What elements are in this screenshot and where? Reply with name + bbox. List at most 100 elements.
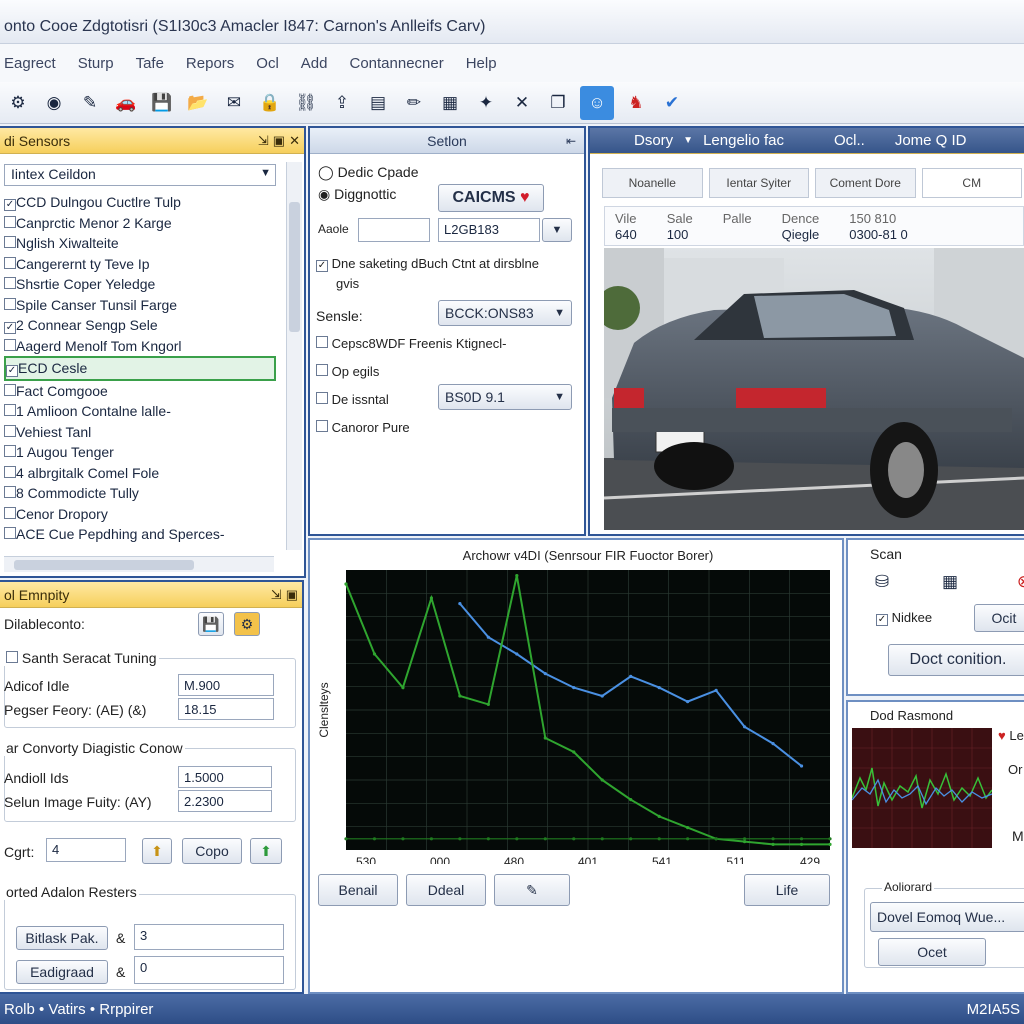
menu-item-6[interactable]: Contannecner bbox=[349, 55, 443, 72]
report-icon[interactable]: ▦ bbox=[436, 89, 464, 117]
combo3[interactable]: BS0D 9.1 ▼ bbox=[438, 384, 572, 410]
scan-main-button[interactable]: Doct conition. bbox=[888, 644, 1024, 676]
sensor-item[interactable]: ACE Cue Pepdhing and Sperces- bbox=[4, 524, 276, 545]
mail-icon[interactable]: ✉ bbox=[220, 89, 248, 117]
menu-item-7[interactable]: Help bbox=[466, 55, 497, 72]
checkbox[interactable] bbox=[4, 236, 16, 248]
chart-button-1[interactable]: Ddeal bbox=[406, 874, 486, 906]
settings-icon[interactable]: ⚙ bbox=[234, 612, 260, 636]
pin-icon[interactable]: ⇲ bbox=[258, 133, 269, 149]
value-field-1[interactable]: 3 bbox=[134, 924, 284, 950]
chart-icon[interactable]: ▤ bbox=[364, 89, 392, 117]
check-cepsc[interactable]: Cepsc8WDF Freenis Ktignecl- bbox=[316, 336, 506, 351]
viewer-header-left[interactable]: Dsory bbox=[634, 132, 673, 149]
eadigraad-button[interactable]: Eadigraad bbox=[16, 960, 108, 984]
export-icon[interactable]: ⇪ bbox=[328, 89, 356, 117]
checkbox[interactable] bbox=[4, 383, 16, 396]
sensor-item[interactable]: Vehiest Tanl bbox=[4, 422, 276, 443]
sensor-item[interactable]: Cangerernt ty Teve Ip bbox=[4, 254, 276, 275]
s1-value-1[interactable]: 18.15 bbox=[178, 698, 274, 720]
sensor-item[interactable]: Canprctic Menor 2 Karge bbox=[4, 213, 276, 234]
menu-item-4[interactable]: Ocl bbox=[256, 55, 279, 72]
viewer-header-right1[interactable]: Ocl.. bbox=[834, 132, 865, 149]
chevron-down-icon[interactable]: ▼ bbox=[542, 218, 572, 242]
checkbox[interactable] bbox=[4, 215, 16, 228]
close-icon[interactable]: ✕ bbox=[508, 89, 536, 117]
sensor-item[interactable]: ✓ ECD Cesle bbox=[4, 356, 276, 381]
check-canoror[interactable]: Canoror Pure bbox=[316, 420, 410, 435]
disk-icon[interactable]: ⛁ bbox=[868, 568, 896, 596]
viewer-tab-1[interactable]: Ientar Syiter bbox=[708, 168, 809, 198]
check-saketing[interactable]: ✓ Dne saketing dBuch Ctnt at dirsblne bbox=[316, 256, 539, 272]
cube-icon[interactable]: ▦ bbox=[936, 568, 964, 596]
checkbox[interactable]: ✓ bbox=[4, 322, 16, 334]
float-icon[interactable]: ▣ bbox=[273, 133, 285, 149]
checkbox[interactable] bbox=[316, 364, 328, 376]
checkbox[interactable] bbox=[316, 392, 328, 404]
scan-check[interactable]: ✓ Nidkee bbox=[876, 610, 932, 626]
checkbox[interactable]: ✓ bbox=[6, 365, 18, 377]
checkbox[interactable] bbox=[4, 297, 16, 310]
menu-item-5[interactable]: Add bbox=[301, 55, 328, 72]
star-icon[interactable]: ✦ bbox=[472, 89, 500, 117]
sensor-item[interactable]: Spile Canser Tunsil Farge bbox=[4, 295, 276, 316]
copy-button[interactable]: Copo bbox=[182, 838, 242, 864]
dropdown-icon[interactable]: ▼ bbox=[683, 135, 693, 146]
pencil-icon[interactable]: ✏ bbox=[400, 89, 428, 117]
check-deissntal[interactable]: De issntal bbox=[316, 392, 389, 407]
sensor-item[interactable]: 1 Augou Tenger bbox=[4, 442, 276, 463]
sensor-tree-hscrollbar[interactable] bbox=[4, 556, 274, 572]
globe-icon[interactable]: ◉ bbox=[40, 89, 68, 117]
s2-value-1[interactable]: 2.2300 bbox=[178, 790, 272, 812]
save-icon[interactable]: 💾 bbox=[148, 89, 176, 117]
sensor-combo[interactable]: BCCK:ONS83 ▼ bbox=[438, 300, 572, 326]
sensor-item[interactable]: Cenor Dropory bbox=[4, 504, 276, 525]
checkbox[interactable]: ✓ bbox=[876, 614, 888, 626]
arrow-up-green-icon[interactable]: ⬆ bbox=[250, 838, 282, 864]
combo1[interactable]: L2GB183 bbox=[438, 218, 540, 242]
viewer-tab-3[interactable]: CM bbox=[921, 168, 1022, 198]
checkbox[interactable] bbox=[4, 527, 16, 539]
checkbox[interactable]: ✓ bbox=[316, 260, 328, 272]
robot-icon[interactable]: ♞ bbox=[622, 89, 650, 117]
checkbox[interactable] bbox=[4, 506, 16, 519]
sensor-item[interactable]: 8 Commodicte Tully bbox=[4, 483, 276, 504]
cgrt-spinner[interactable]: 4 bbox=[46, 838, 126, 862]
chart-button-3[interactable]: Life bbox=[744, 874, 830, 906]
sensor-item[interactable]: ✓ CCD Dulngou Cuctlre Tulp bbox=[4, 192, 276, 213]
sensor-item[interactable]: ✓ 2 Connear Sengp Sele bbox=[4, 315, 276, 336]
sensor-item[interactable]: Nglish Xiwalteite bbox=[4, 233, 276, 254]
checkbox[interactable] bbox=[4, 445, 16, 457]
check-icon[interactable]: ✔ bbox=[658, 89, 686, 117]
viewer-tab-2[interactable]: Coment Dore bbox=[815, 168, 916, 198]
checkbox[interactable] bbox=[4, 277, 16, 289]
realtime-button-2[interactable]: Ocet bbox=[878, 938, 986, 966]
value-field-2[interactable]: 0 bbox=[134, 956, 284, 984]
scan-small-button[interactable]: Ocit bbox=[974, 604, 1024, 632]
pencil-icon[interactable]: ✎ bbox=[494, 874, 570, 906]
realtime-button-1[interactable]: Dovel Eomoq Wue... bbox=[870, 902, 1024, 932]
menu-item-1[interactable]: Sturp bbox=[78, 55, 114, 72]
small-input[interactable] bbox=[358, 218, 430, 242]
checkbox[interactable]: ✓ bbox=[4, 199, 16, 211]
stop-icon[interactable]: ⊗ bbox=[1010, 568, 1024, 596]
sensor-item[interactable]: Aagerd Menolf Tom Kngorl bbox=[4, 336, 276, 357]
viewer-tab-0[interactable]: Noanelle bbox=[602, 168, 703, 198]
menu-item-2[interactable]: Tafe bbox=[136, 55, 164, 72]
user-icon[interactable]: ☺ bbox=[580, 85, 614, 120]
pen-icon[interactable]: ✎ bbox=[76, 89, 104, 117]
copy-icon[interactable]: ❐ bbox=[544, 89, 572, 117]
checkbox[interactable] bbox=[4, 486, 16, 498]
network-icon[interactable]: ⛓ bbox=[292, 89, 320, 117]
car-icon[interactable]: 🚗 bbox=[112, 89, 140, 117]
bitlask-button[interactable]: Bitlask Pak. bbox=[16, 926, 108, 950]
save-icon[interactable]: 💾 bbox=[198, 612, 224, 636]
check-opegils[interactable]: Op egils bbox=[316, 364, 379, 379]
radio-dedic[interactable]: ◯ Dedic Cpade bbox=[318, 164, 419, 181]
checkbox[interactable] bbox=[316, 420, 328, 432]
sensor-item[interactable]: Fact Comgooe bbox=[4, 381, 276, 402]
arrow-up-icon[interactable]: ⬆ bbox=[142, 838, 172, 864]
chart-button-0[interactable]: Benail bbox=[318, 874, 398, 906]
checkbox[interactable] bbox=[4, 465, 16, 478]
dock-icon[interactable]: ⇤ bbox=[566, 134, 576, 148]
